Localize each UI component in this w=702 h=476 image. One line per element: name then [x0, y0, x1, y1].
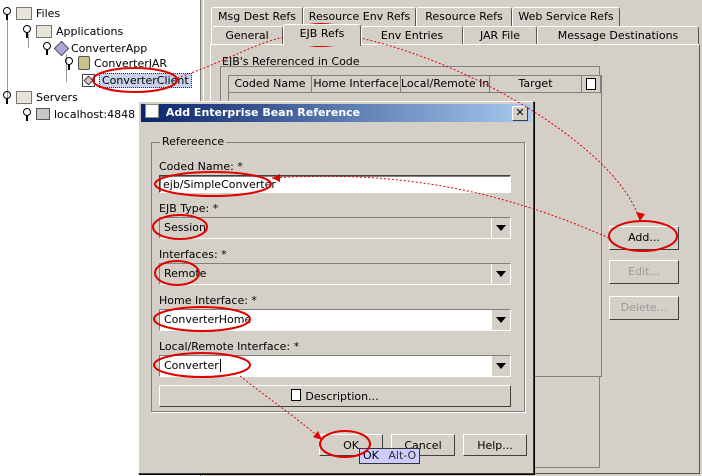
- edit-button[interactable]: Edit...: [609, 260, 679, 284]
- dialog-title-bar[interactable]: Add Enterprise Bean Reference ✕: [141, 104, 531, 122]
- home-interface-label: Home Interface: *: [159, 294, 257, 307]
- expand-key-icon[interactable]: [2, 7, 12, 20]
- local-remote-label: Local/Remote Interface: *: [159, 340, 300, 353]
- coded-name-field[interactable]: ejb/SimpleConverter: [159, 175, 511, 193]
- application-icon: [53, 40, 70, 56]
- tree-item-label: Files: [36, 6, 61, 20]
- app-client-icon: [82, 73, 95, 87]
- local-remote-combo[interactable]: Converter: [159, 355, 511, 377]
- interfaces-label: Interfaces: *: [159, 248, 227, 261]
- help-button[interactable]: Help...: [463, 434, 527, 456]
- interfaces-select[interactable]: Remote: [159, 263, 511, 285]
- home-interface-combo[interactable]: ConverterHome: [159, 309, 511, 331]
- description-button[interactable]: Description...: [159, 385, 511, 407]
- description-label: Description...: [305, 390, 379, 403]
- close-button[interactable]: ✕: [512, 106, 528, 121]
- expand-key-icon[interactable]: [22, 25, 32, 38]
- document-icon: [291, 389, 302, 401]
- expand-key-icon[interactable]: [22, 108, 32, 121]
- dialog-title: Add Enterprise Bean Reference: [165, 106, 361, 119]
- tree-item-applications[interactable]: Applications: [22, 23, 123, 39]
- tree-item-label: ConverterClient: [99, 72, 192, 88]
- column-header-home-interface[interactable]: Home Interface: [312, 76, 401, 93]
- add-ejb-reference-dialog: Add Enterprise Bean Reference ✕ Refereen…: [138, 101, 534, 474]
- ejb-type-label: EJB Type: *: [159, 202, 219, 215]
- tab-resource-refs[interactable]: Resource Refs: [416, 7, 512, 26]
- java-cup-icon: [145, 104, 159, 118]
- folder-icon: [16, 90, 32, 104]
- tree-item-label: ConverterApp: [71, 41, 148, 55]
- tree-item-label: ConverterJAR: [94, 56, 168, 70]
- ejb-type-value: Session: [164, 221, 206, 234]
- tree-item-converterclient[interactable]: ConverterClient: [82, 72, 192, 88]
- interfaces-value: Remote: [164, 267, 207, 280]
- add-button[interactable]: Add...: [609, 226, 679, 250]
- tree-item-label: localhost:4848: [54, 107, 136, 121]
- text-cursor: [219, 359, 221, 372]
- ok-tooltip: OK Alt-O: [359, 448, 421, 464]
- close-icon: ✕: [515, 106, 525, 119]
- tree-connector: [7, 14, 8, 98]
- expand-key-icon[interactable]: [64, 57, 74, 70]
- tab-general[interactable]: General: [211, 26, 283, 45]
- folder-icon: [36, 24, 52, 38]
- tree-item-servers[interactable]: Servers: [2, 89, 78, 105]
- dropdown-arrow-icon[interactable]: [491, 356, 510, 376]
- dropdown-arrow-icon[interactable]: [491, 310, 510, 330]
- tooltip-shortcut: Alt-O: [388, 449, 417, 462]
- tree-item-converterjar[interactable]: ConverterJAR: [64, 55, 167, 71]
- tab-ejb-refs[interactable]: EJB Refs: [283, 24, 361, 46]
- dropdown-arrow-icon[interactable]: [491, 218, 510, 238]
- delete-button[interactable]: Delete...: [609, 296, 679, 320]
- tab-message-destinations[interactable]: Message Destinations: [537, 26, 699, 45]
- local-remote-value: Converter: [164, 359, 219, 372]
- tree-item-label: Applications: [56, 24, 124, 38]
- column-header-target[interactable]: Target: [490, 76, 582, 93]
- dropdown-arrow-icon[interactable]: [491, 264, 510, 284]
- group-title: Refereence: [160, 135, 227, 148]
- tree-item-localhost[interactable]: localhost:4848: [22, 106, 135, 122]
- folder-icon: [16, 6, 32, 20]
- tab-jar-file[interactable]: JAR File: [463, 26, 537, 45]
- column-header-coded-name[interactable]: Coded Name: [229, 76, 312, 93]
- tree-item-files[interactable]: Files: [2, 5, 60, 21]
- column-header-local-remote[interactable]: Local/Remote In...: [401, 76, 490, 93]
- tree-item-label: Servers: [36, 90, 78, 104]
- expand-key-icon[interactable]: [2, 91, 12, 104]
- tab-web-service-refs[interactable]: Web Service Refs: [512, 7, 620, 26]
- coded-name-label: Coded Name: *: [159, 160, 243, 173]
- ejb-type-select[interactable]: Session: [159, 217, 511, 239]
- tooltip-text: OK: [363, 449, 379, 462]
- expand-key-icon[interactable]: [42, 42, 52, 55]
- column-chooser-icon[interactable]: [582, 76, 601, 93]
- home-interface-value: ConverterHome: [164, 313, 252, 326]
- tab-env-entries[interactable]: Env Entries: [361, 26, 463, 45]
- jar-icon: [78, 56, 90, 70]
- server-icon: [36, 108, 50, 120]
- tree-item-converterapp[interactable]: ConverterApp: [42, 40, 147, 56]
